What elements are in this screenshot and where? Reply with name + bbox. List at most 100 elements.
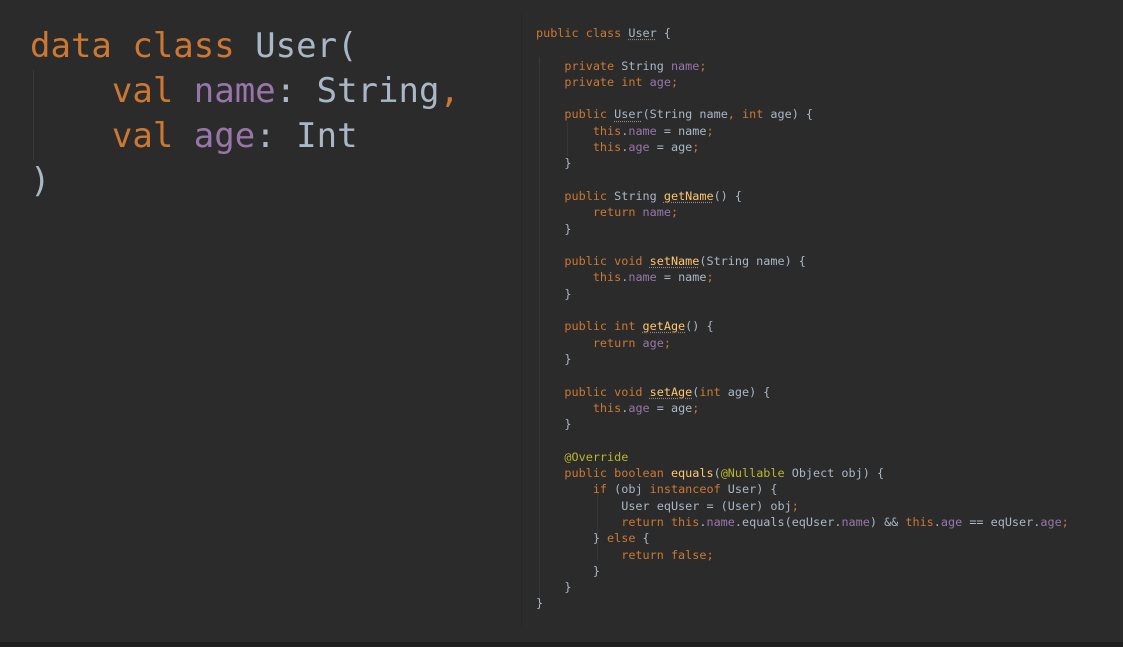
- code-token: == eqUser.: [962, 514, 1041, 529]
- code-token: ) &&: [869, 514, 906, 529]
- code-token: }: [536, 417, 572, 432]
- java-editor-pane[interactable]: public class User { private String name;…: [522, 12, 1123, 627]
- code-token: setAge: [649, 384, 693, 399]
- code-token: : String: [275, 71, 440, 111]
- code-token: () {: [713, 188, 742, 203]
- code-token: getName: [663, 188, 714, 203]
- code-token: equals: [670, 466, 714, 481]
- java-code-line: }: [536, 416, 1069, 432]
- java-code-line: }: [536, 221, 1069, 237]
- java-code-line: [536, 41, 1069, 57]
- code-token: ;: [670, 74, 679, 89]
- code-token: this: [905, 514, 934, 529]
- code-token: {: [656, 26, 671, 40]
- screen: data class User( val name: String, val a…: [0, 0, 1123, 647]
- code-token: return this: [536, 514, 700, 529]
- java-code-line: return this.name.equals(eqUser.name) && …: [536, 514, 1069, 530]
- code-token: .: [933, 514, 941, 529]
- code-token: }: [536, 156, 572, 171]
- code-token: ;: [1061, 514, 1069, 529]
- java-code-line: [536, 367, 1069, 383]
- code-token: (: [713, 466, 721, 481]
- java-code-line: private int age;: [536, 74, 1069, 90]
- kotlin-editor-pane[interactable]: data class User( val name: String, val a…: [0, 0, 522, 642]
- code-token: .equals(eqUser.: [734, 514, 842, 529]
- java-code-line: public boolean equals(@Nullable Object o…: [536, 465, 1069, 481]
- code-token: ): [30, 161, 51, 201]
- java-code-line: this.name = name;: [536, 269, 1069, 285]
- code-token: age: [193, 116, 256, 156]
- java-code-line: [536, 237, 1069, 253]
- code-token: public: [536, 188, 615, 203]
- kotlin-code-line: val name: String,: [30, 69, 460, 114]
- java-code-block[interactable]: public class User { private String name;…: [536, 25, 1069, 612]
- code-token: }: [536, 580, 572, 595]
- java-code-line: }: [536, 286, 1069, 302]
- code-token: User) {: [727, 482, 778, 497]
- code-token: User: [628, 26, 657, 40]
- java-code-line: return name;: [536, 204, 1069, 220]
- code-token: }: [536, 563, 600, 578]
- code-token: }: [536, 221, 572, 236]
- code-token: ;: [692, 140, 700, 155]
- kotlin-code-line: data class User(: [30, 24, 460, 69]
- code-token: }: [536, 286, 572, 301]
- code-token: return: [536, 205, 643, 220]
- code-token: public void: [536, 254, 650, 269]
- code-token: ;: [791, 498, 799, 513]
- code-token: (String name) {: [699, 254, 806, 269]
- code-token: name: [628, 270, 657, 285]
- code-token: {: [642, 531, 650, 546]
- java-code-line: }: [536, 595, 1069, 611]
- code-token: String: [614, 188, 664, 203]
- code-token: = name: [656, 270, 707, 285]
- code-token: val: [30, 71, 194, 111]
- code-token: this: [536, 400, 622, 415]
- code-token: age: [642, 335, 664, 350]
- code-token: @Override: [536, 449, 629, 464]
- code-token: User: [614, 107, 643, 122]
- code-token: ;: [706, 123, 714, 138]
- java-code-line: public class User {: [536, 25, 1069, 41]
- code-token: name: [642, 205, 671, 220]
- code-token: User eqUser = (User) obj: [536, 498, 792, 513]
- code-token: }: [536, 596, 544, 611]
- code-token: = age: [649, 400, 693, 415]
- code-token: (obj: [614, 482, 650, 497]
- java-code-line: [536, 90, 1069, 106]
- code-token: getAge: [642, 319, 686, 334]
- code-token: Object obj) {: [784, 466, 885, 481]
- java-code-line: private String name;: [536, 58, 1069, 74]
- code-token: int: [699, 384, 728, 399]
- code-token: instanceof: [649, 482, 728, 497]
- java-code-line: if (obj instanceof User) {: [536, 481, 1069, 497]
- code-token: }: [536, 351, 572, 366]
- code-token: name: [628, 123, 657, 138]
- code-token: name: [193, 71, 276, 111]
- code-token: ;: [692, 400, 700, 415]
- kotlin-code-line: val age: Int: [30, 114, 460, 159]
- java-code-line: }: [536, 155, 1069, 171]
- code-token: public boolean: [536, 466, 671, 481]
- java-code-line: }: [536, 351, 1069, 367]
- code-token: = age: [649, 140, 693, 155]
- code-token: = name: [656, 123, 707, 138]
- code-token: User(: [255, 26, 358, 66]
- java-code-line: @Override: [536, 449, 1069, 465]
- code-token: age: [628, 400, 650, 415]
- code-token: (String name: [642, 107, 728, 122]
- code-token: private: [536, 58, 622, 73]
- code-token: () {: [685, 319, 714, 334]
- code-token: public void: [536, 384, 650, 399]
- kotlin-code-line: ): [30, 159, 460, 204]
- code-token: else: [607, 531, 643, 546]
- code-token: private int: [536, 74, 650, 89]
- java-code-line: [536, 172, 1069, 188]
- code-token: this: [536, 140, 622, 155]
- java-code-line: public String getName() {: [536, 188, 1069, 204]
- code-token: name: [841, 514, 870, 529]
- java-code-line: [536, 302, 1069, 318]
- kotlin-code-block[interactable]: data class User( val name: String, val a…: [30, 24, 460, 204]
- java-code-line: public int getAge() {: [536, 318, 1069, 334]
- code-token: age: [628, 140, 650, 155]
